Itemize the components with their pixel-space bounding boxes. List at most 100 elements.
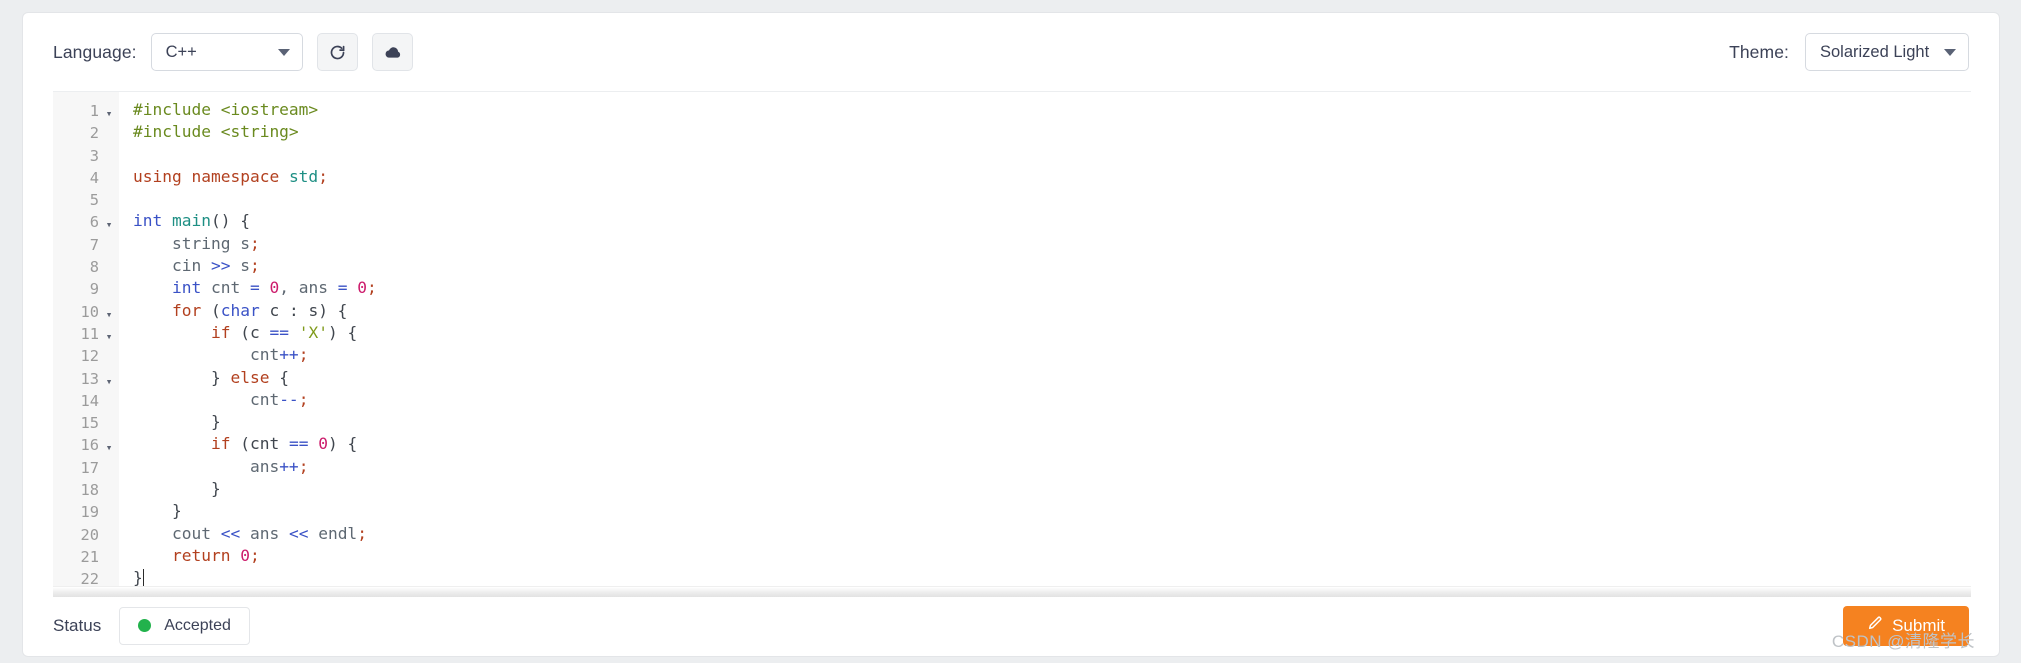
code-line[interactable]: 4 using namespace std; [53,166,1971,188]
code-token: ; [249,545,260,565]
code-token: ; [318,166,328,186]
cloud-upload-icon [383,43,402,62]
line-number: 4 [89,168,99,187]
code-line[interactable]: 5 [53,188,1971,210]
editor-card: Language: C++ Theme: Solarized Light 1 ▾… [22,12,2000,657]
code-token: else [230,367,270,387]
toolbar-left-group: Language: C++ [53,33,413,71]
code-token: () { [210,211,250,231]
code-token: ) { [327,322,358,342]
code-token: ; [357,523,367,543]
code-text: } [119,411,221,433]
code-line[interactable]: 6 ▾ int main() { [53,210,1971,232]
line-number: 11 [80,324,99,343]
line-number: 5 [89,191,99,210]
language-label: Language: [53,41,137,62]
code-token: << [288,523,309,543]
code-line[interactable]: 14 cnt--; [53,389,1971,411]
toolbar: Language: C++ Theme: Solarized Light [23,13,1999,91]
code-line[interactable]: 9 int cnt = 0, ans = 0; [53,277,1971,299]
line-number: 12 [80,347,99,366]
code-token: #include <string> [133,122,299,142]
code-token: s [230,256,250,276]
line-number: 13 [80,369,99,388]
code-token: cnt [133,345,280,365]
code-line[interactable]: 3 [53,144,1971,166]
language-select[interactable]: C++ [150,33,303,71]
status-bar: Status Accepted Submit [23,595,1999,656]
reset-code-button[interactable] [316,33,358,71]
code-text: return 0; [119,545,260,567]
code-line[interactable]: 7 string s; [53,233,1971,255]
code-token: int [133,211,172,231]
code-text: cnt--; [119,389,309,411]
line-number: 7 [89,235,99,254]
code-token: = [249,278,260,298]
code-line[interactable]: 13 ▾ } else { [53,367,1971,389]
line-number: 18 [80,481,99,500]
code-text: if (cnt == 0) { [119,433,357,455]
code-editor[interactable]: 1 ▾ #include <iostream> 2 #include <string> 3… [53,91,1971,597]
code-line[interactable]: 21 return 0; [53,545,1971,567]
code-token: } [133,501,182,521]
code-token: ans [240,523,289,543]
code-token: #include <iostream> [133,100,319,119]
code-line[interactable]: 17 ans++; [53,456,1971,478]
code-text: int main() { [119,210,250,232]
code-text: cnt++; [119,344,309,366]
code-token: for [133,300,202,320]
line-number: 2 [89,124,99,143]
code-line[interactable]: 10 ▾ for (char c : s) { [53,300,1971,322]
line-number: 17 [80,458,99,477]
theme-label: Theme: [1729,41,1789,62]
code-line[interactable]: 18 } [53,478,1971,500]
code-line[interactable]: 20 cout << ans << endl; [53,523,1971,545]
code-line[interactable]: 8 cin >> s; [53,255,1971,277]
code-lines[interactable]: 1 ▾ #include <iostream> 2 #include <string> 3… [53,99,1971,590]
code-token: ; [298,456,309,476]
code-token: cin [133,256,211,276]
line-number: 14 [80,391,99,410]
code-line[interactable]: 12 cnt++; [53,344,1971,366]
code-token: cout [133,523,221,543]
code-token: 'X' [298,322,328,342]
code-token: cnt [201,278,250,298]
code-token: == [269,322,289,342]
code-line[interactable]: 19 } [53,500,1971,522]
code-token: std [288,166,319,186]
language-select-value: C++ [165,42,197,61]
code-line[interactable]: 11 ▾ if (c == 'X') { [53,322,1971,344]
code-text: using namespace std; [119,166,328,188]
app-root: Language: C++ Theme: Solarized Light 1 ▾… [0,0,2021,663]
code-line[interactable]: 15 } [53,411,1971,433]
line-number: 10 [80,302,99,321]
code-token: << [220,523,241,543]
code-token: } [133,568,143,588]
toolbar-right-group: Theme: Solarized Light [1729,33,1969,71]
upload-code-button[interactable] [371,33,413,71]
code-token: } [133,479,221,499]
code-token: 0 [357,278,367,298]
code-line[interactable]: 16 ▾ if (cnt == 0) { [53,433,1971,455]
code-line[interactable]: 1 ▾ #include <iostream> [53,99,1971,121]
line-number: 20 [80,525,99,544]
status-label: Status [53,615,102,635]
code-token: >> [210,256,231,276]
theme-select[interactable]: Solarized Light [1805,33,1969,71]
code-line[interactable]: 2 #include <string> [53,121,1971,143]
theme-select-value: Solarized Light [1820,42,1930,61]
watermark: CSDN @清隆学长 [1831,632,1975,651]
status-dot-icon [138,619,152,632]
code-token: int [133,278,202,298]
